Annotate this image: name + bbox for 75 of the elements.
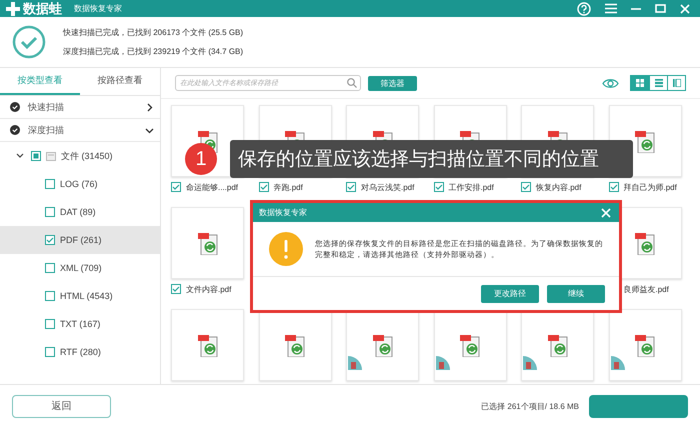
scan-group[interactable]: 深度扫描 <box>0 119 160 142</box>
grid-view-icon <box>636 79 644 87</box>
help-icon[interactable] <box>577 2 591 16</box>
file-name: 对乌云浅笑.pdf <box>361 182 414 192</box>
checkbox[interactable] <box>608 182 618 192</box>
checkmark-circle-icon <box>12 25 46 59</box>
pdf-file-icon <box>634 129 656 153</box>
app-name: 数据蛙 <box>23 0 62 18</box>
view-mode-button[interactable] <box>631 76 649 90</box>
file-thumbnail[interactable] <box>171 207 244 279</box>
tree-item[interactable]: DAT (89) <box>0 198 160 226</box>
menu-icon[interactable] <box>605 3 617 14</box>
checkbox[interactable] <box>45 207 55 217</box>
chevron-down-icon[interactable] <box>16 152 24 160</box>
dialog-title: 数据恢复专家 <box>259 207 307 218</box>
checkbox[interactable] <box>45 319 55 329</box>
pdf-file-icon <box>634 333 656 357</box>
checkbox[interactable] <box>45 347 55 357</box>
file-name: 工作安排.pdf <box>448 182 494 192</box>
view-mode-switch[interactable] <box>630 75 686 91</box>
pdf-file-icon <box>284 333 306 357</box>
tree-item[interactable]: TXT (167) <box>0 310 160 338</box>
check-dot-icon <box>10 125 20 135</box>
pdf-file-icon <box>546 333 568 357</box>
eye-icon[interactable] <box>602 78 619 88</box>
file-name: 恢复内容.pdf <box>536 182 582 192</box>
pdf-file-icon <box>634 231 656 255</box>
check-dot-icon <box>10 102 20 112</box>
tooltip: 保存的位置应该选择与扫描位置不同的位置 <box>230 140 633 178</box>
checkbox[interactable] <box>258 182 268 192</box>
warning-icon <box>269 232 303 266</box>
maximize-icon[interactable] <box>655 4 666 13</box>
window-title: 数据恢复专家 <box>74 3 122 14</box>
list-view-icon <box>654 79 662 87</box>
checkbox[interactable] <box>45 235 55 245</box>
checkbox[interactable] <box>521 182 531 192</box>
tree-item[interactable]: HTML (4543) <box>0 282 160 310</box>
pdf-file-icon <box>196 333 218 357</box>
tree-item[interactable]: XML (709) <box>0 254 160 282</box>
checkbox[interactable] <box>434 182 444 192</box>
chevron-right-icon[interactable] <box>145 102 154 112</box>
scan-summary-text: 深度扫描已完成，已找到 239219 个文件 (34.7 GB) <box>63 46 244 58</box>
tree-item[interactable]: 文件 (31450) <box>0 142 160 170</box>
checkbox[interactable] <box>171 284 181 294</box>
file-name: 奔跑.pdf <box>274 182 303 192</box>
checkbox[interactable] <box>171 182 181 192</box>
file-name: 命运能够....pdf <box>186 182 238 192</box>
file-thumbnail[interactable] <box>171 309 244 381</box>
checkbox[interactable] <box>45 291 55 301</box>
file-name: 良师益友.pdf <box>624 284 669 294</box>
chevron-down-icon[interactable] <box>145 126 154 134</box>
pdf-file-icon <box>196 231 218 255</box>
tree-item[interactable]: RTF (280) <box>0 338 160 366</box>
back-button[interactable]: 返回 <box>12 394 111 418</box>
close-icon[interactable] <box>601 208 611 218</box>
scan-summary-text: 快速扫描已完成，已找到 206173 个文件 (25.5 GB) <box>63 27 244 39</box>
tree-item[interactable]: LOG (76) <box>0 170 160 198</box>
panel-view-icon <box>672 79 680 87</box>
action-button[interactable] <box>589 394 688 418</box>
checkbox[interactable] <box>45 179 55 189</box>
pdf-file-icon <box>372 333 394 357</box>
step-badge: 1 <box>185 143 217 175</box>
close-icon[interactable] <box>680 4 690 14</box>
selection-status: 已选择 261个项目/ 18.6 MB <box>481 400 579 412</box>
checkbox[interactable] <box>346 182 356 192</box>
tree-item[interactable]: PDF (261) <box>0 226 160 254</box>
pdf-file-icon <box>459 333 481 357</box>
file-name: 拜自己为师.pdf <box>624 182 677 192</box>
checkbox[interactable] <box>45 263 55 273</box>
file-thumbnail[interactable] <box>608 309 682 381</box>
search-icon[interactable] <box>347 78 357 88</box>
checkbox[interactable] <box>31 151 41 161</box>
folder-icon <box>46 152 56 160</box>
scan-group[interactable]: 快速扫描 <box>0 96 160 119</box>
file-name: 文件内容.pdf <box>186 284 232 294</box>
